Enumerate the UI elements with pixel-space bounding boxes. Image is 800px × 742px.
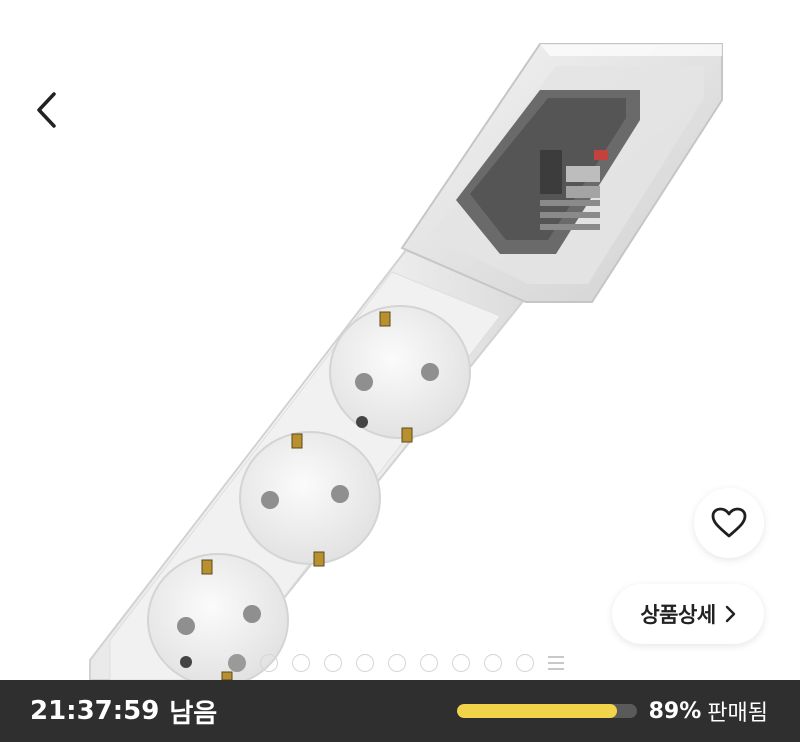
- heart-outline-icon: [711, 507, 747, 538]
- sold-suffix: 판매됨: [707, 701, 768, 726]
- pager-dot[interactable]: [292, 654, 310, 672]
- chevron-left-icon: [37, 92, 56, 128]
- sales-progress-bar: [456, 704, 637, 718]
- like-button[interactable]: [694, 488, 764, 558]
- back-button[interactable]: [24, 86, 68, 134]
- power-strip-illustration: [89, 43, 723, 687]
- product-detail-button[interactable]: 상품상세: [612, 584, 764, 644]
- pager-dot[interactable]: [452, 654, 470, 672]
- pager-dot[interactable]: [324, 654, 342, 672]
- image-pager: [228, 654, 564, 672]
- pager-dot[interactable]: [388, 654, 406, 672]
- grid-icon[interactable]: [548, 656, 564, 670]
- pager-dot[interactable]: [228, 654, 246, 672]
- pager-dot[interactable]: [516, 654, 534, 672]
- chevron-right-icon: [724, 604, 736, 624]
- pager-dot[interactable]: [356, 654, 374, 672]
- product-detail-label: 상품상세: [640, 603, 716, 627]
- pager-dot[interactable]: [420, 654, 438, 672]
- sales-progress-fill: [456, 704, 617, 718]
- pager-dot[interactable]: [260, 654, 278, 672]
- sold-percent: 89%: [648, 698, 702, 724]
- pager-dot[interactable]: [484, 654, 502, 672]
- product-image[interactable]: [0, 0, 800, 687]
- countdown-suffix: 남음: [169, 698, 218, 729]
- countdown-timer: 21:37:59: [30, 696, 160, 726]
- deal-bar: 21:37:59 남음 89% 판매됨: [0, 680, 800, 742]
